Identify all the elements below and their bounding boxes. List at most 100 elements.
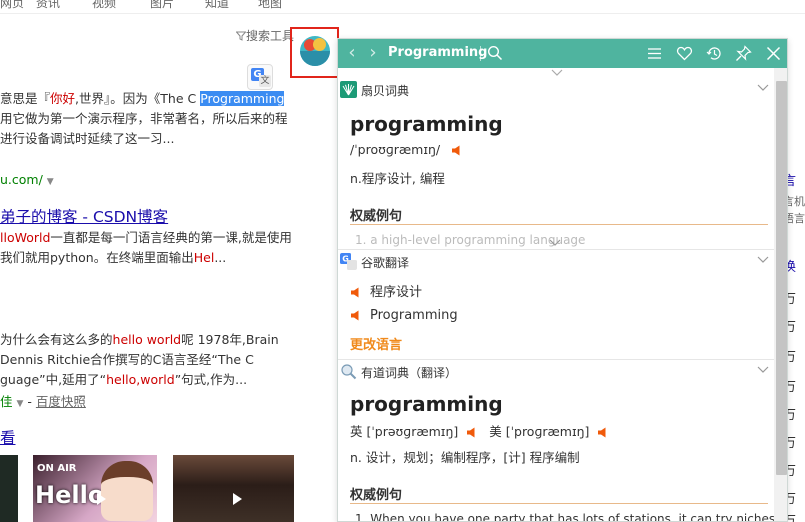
snippet-text: ... — [214, 250, 227, 265]
phonetic: /ˈproʊɡræmɪŋ/ — [350, 142, 462, 157]
speaker-icon[interactable] — [350, 287, 361, 298]
dictionary-extension-button[interactable] — [290, 27, 339, 78]
nav-item[interactable]: 网页 — [0, 0, 24, 11]
translation-text: Programming — [370, 308, 458, 323]
search-tools-button[interactable]: 搜索工具 — [235, 27, 295, 44]
top-navigation: 网页 资讯 视频 图片 知道 地图 — [0, 0, 805, 14]
headword: programming — [350, 112, 503, 136]
fruit-bowl-icon — [300, 36, 330, 66]
chevron-right-icon[interactable]: › — [365, 44, 381, 62]
result-source[interactable]: 佳 — [0, 394, 13, 409]
result-snippet-line: 为什么会有这么多的hello world呢 1978年,Brain — [0, 330, 279, 350]
translation-item: Programming — [350, 308, 458, 323]
snippet-text: 进行设备调试时延续了这一习... — [0, 131, 175, 146]
result-meta: 佳 ▼ - 百度快照 — [0, 394, 86, 409]
example-sentence: 1. When you have one party that has lots… — [355, 512, 774, 522]
snippet-text: guage”中,延用了“ — [0, 372, 107, 387]
history-icon[interactable] — [706, 45, 723, 62]
speaker-icon[interactable] — [597, 427, 608, 438]
google-translate-icon: G — [340, 253, 357, 270]
thumbnail-caption: ON AIR — [37, 463, 77, 474]
header-query-word[interactable]: Programming — [388, 45, 487, 60]
result-url[interactable]: u.com/ ▼ — [0, 170, 54, 192]
thumbnail-caption: Hello — [35, 481, 105, 509]
result-snippet-line: 我们就用python。在终端里面输出Hel... — [0, 248, 226, 268]
thumbnail-figure — [101, 461, 153, 521]
selected-text[interactable]: Programming — [200, 91, 285, 106]
speaker-icon[interactable] — [451, 145, 462, 156]
result-snippet-line: guage”中,延用了“hello,world”句式,作为... — [0, 370, 247, 390]
keyword-highlight: hello,world — [106, 372, 175, 387]
chevron-down-icon[interactable] — [551, 68, 563, 78]
result-snippet-line: 意思是『你好,世界』。因为《The C Programming — [0, 89, 285, 109]
scrollbar-thumb[interactable] — [776, 81, 787, 475]
caret-down-icon: ▼ — [16, 399, 24, 409]
keyword-highlight: Hel — [193, 250, 215, 265]
keyword-highlight: hello world — [112, 332, 182, 347]
chevron-left-icon[interactable]: ‹ — [344, 44, 360, 62]
nav-item[interactable]: 视频 — [92, 0, 116, 11]
snippet-text: 用它做为第一个演示程序，非常著名，所以后来的程 — [0, 111, 288, 126]
snippet-text: 意思是『 — [0, 91, 51, 106]
nav-item[interactable]: 图片 — [150, 0, 174, 11]
chevron-down-icon[interactable] — [757, 365, 769, 375]
chevron-down-icon[interactable] — [549, 238, 561, 248]
chevron-down-icon[interactable] — [757, 255, 769, 265]
popup-header: ‹ › Programming — [338, 39, 787, 68]
video-thumbnail[interactable] — [0, 455, 18, 522]
header-divider — [480, 46, 481, 61]
headword: programming — [350, 392, 503, 416]
video-thumbnail[interactable] — [173, 455, 294, 522]
result-url-text: u.com/ — [0, 172, 43, 187]
chevron-down-icon[interactable] — [757, 83, 769, 93]
youdao-icon — [341, 364, 357, 380]
popup-content: 扇贝词典 programming /ˈproʊɡræmɪŋ/ n.程序设计, 编… — [338, 78, 774, 522]
video-thumbnail[interactable]: ON AIR Hello — [33, 455, 157, 522]
pin-icon[interactable] — [735, 45, 752, 62]
caret-down-icon: ▼ — [46, 177, 54, 187]
snippet-text: ,世界』。因为《The C — [75, 91, 201, 106]
phonetic: 英 [ˈprəʊɡræmɪŋ] 美 [ˈproɡræmɪŋ] — [350, 421, 608, 440]
snippet-text: ”句式,作为... — [174, 372, 248, 387]
heart-icon[interactable] — [676, 45, 693, 62]
shanbay-icon — [340, 81, 357, 98]
nav-item[interactable]: 地图 — [258, 0, 282, 11]
section-header-shanbay[interactable]: 扇贝词典 — [338, 78, 774, 100]
phonetic-uk: 英 [ˈprəʊɡræmɪŋ] — [350, 424, 459, 439]
nav-item[interactable]: 知道 — [205, 0, 229, 11]
section-title: 谷歌翻译 — [361, 256, 410, 270]
snippet-text: 为什么会有这么多的 — [0, 332, 113, 347]
change-language-link[interactable]: 更改语言 — [350, 334, 402, 353]
video-section-link[interactable]: 看 — [0, 426, 16, 448]
result-snippet-line: 用它做为第一个演示程序，非常著名，所以后来的程 — [0, 109, 288, 129]
speaker-icon[interactable] — [350, 310, 361, 321]
close-icon[interactable] — [765, 45, 782, 62]
google-translate-icon[interactable]: G 文 — [247, 64, 273, 90]
examples-heading: 权威例句 — [350, 209, 403, 224]
result-snippet-line: lloWorld一直都是每一门语言经典的第一课,就是使用 — [0, 228, 292, 248]
result-snippet-line: Dennis Ritchie合作撰写的C语言圣经“The C — [0, 350, 254, 370]
snippet-text: 呢 1978年,Brain — [181, 332, 279, 347]
examples-heading: 权威例句 — [350, 488, 403, 503]
search-icon[interactable] — [487, 45, 503, 61]
play-icon — [233, 493, 242, 505]
section-header-youdao[interactable]: 有道词典（翻译） — [338, 360, 774, 382]
translation-text: 程序设计 — [370, 285, 423, 300]
keyword-highlight: lloWorld — [0, 230, 51, 245]
snapshot-link[interactable]: 百度快照 — [36, 394, 86, 409]
divider — [350, 224, 768, 225]
divider — [350, 503, 768, 504]
result-title-link[interactable]: 弟子的博客 - CSDN博客 — [0, 205, 168, 227]
translation-item: 程序设计 — [350, 281, 422, 300]
search-tools-label: 搜索工具 — [246, 29, 295, 43]
section-header-google[interactable]: G 谷歌翻译 — [338, 250, 774, 272]
menu-icon[interactable] — [646, 45, 663, 62]
phonetic-text: /ˈproʊɡræmɪŋ/ — [350, 142, 441, 157]
snippet-text: 一直都是每一门语言经典的第一课,就是使用 — [50, 230, 292, 245]
speaker-icon[interactable] — [466, 427, 477, 438]
section-title: 有道词典（翻译） — [361, 366, 458, 380]
nav-item[interactable]: 资讯 — [36, 0, 60, 11]
snippet-text: Dennis Ritchie合作撰写的C语言圣经“The C — [0, 352, 254, 367]
phonetic-us: 美 [ˈproɡræmɪŋ] — [489, 424, 590, 439]
keyword-highlight: 你好 — [50, 91, 76, 106]
